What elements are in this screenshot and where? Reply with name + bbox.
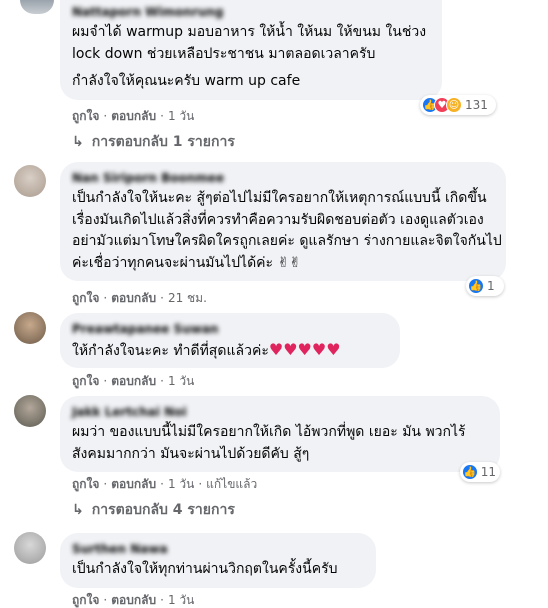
like-button[interactable]: ถูกใจ (72, 374, 99, 388)
like-button[interactable]: ถูกใจ (72, 477, 99, 491)
view-replies-link[interactable]: ↳ การตอบกลับ 1 รายการ (72, 133, 235, 151)
comment-actions: ถูกใจ · ตอบกลับ · 21 ชม. (72, 291, 207, 305)
comment-author[interactable]: Preawtapanee Suwan (72, 321, 388, 337)
like-button[interactable]: ถูกใจ (72, 109, 99, 123)
comment-author[interactable]: Nan Siriporn Boonmee (72, 170, 494, 186)
comment-actions: ถูกใจ · ตอบกลับ · 1 วัน (72, 374, 195, 388)
comment-author[interactable]: Nattaporn Wimonrung (72, 4, 430, 20)
reply-button[interactable]: ตอบกลับ (111, 109, 156, 123)
timestamp[interactable]: 1 วัน (168, 109, 194, 123)
reply-button[interactable]: ตอบกลับ (111, 593, 156, 607)
comment-bubble: Jakk Lertchai Noi ผมว่า ของแบบนี้ไม่มีใค… (60, 396, 500, 472)
edited-label[interactable]: แก้ไขแล้ว (206, 477, 257, 491)
like-icon: 👍 (462, 464, 478, 480)
reaction-summary[interactable]: 👍 1 (466, 276, 504, 296)
comment-actions: ถูกใจ · ตอบกลับ · 1 วัน · แก้ไขแล้ว (72, 477, 258, 491)
comment-text: เป็นกำลังใจให้ทุกท่านผ่านวิกฤตในครั้งนี้… (72, 561, 338, 577)
reply-button[interactable]: ตอบกลับ (111, 291, 156, 305)
avatar[interactable] (14, 532, 46, 564)
reaction-count: 1 (487, 279, 495, 293)
timestamp[interactable]: 1 วัน (168, 593, 194, 607)
reaction-summary[interactable]: 👍 11 (460, 462, 500, 482)
comment-bubble: Nan Siriporn Boonmee เป็นกำลังใจให้นะคะ … (60, 162, 506, 281)
comment-text: ผมจำได้ warmup มอบอาหาร ให้น้ำ ให้นม ให้… (72, 24, 427, 62)
reply-arrow-icon: ↳ (72, 502, 84, 518)
comment-bubble: Nattaporn Wimonrung ผมจำได้ warmup มอบอา… (60, 0, 442, 100)
view-replies-link[interactable]: ↳ การตอบกลับ 4 รายการ (72, 501, 235, 519)
reaction-count: 11 (480, 465, 496, 479)
reply-arrow-icon: ↳ (72, 134, 84, 150)
comment-author[interactable]: Jakk Lertchai Noi (72, 404, 488, 420)
reply-button[interactable]: ตอบกลับ (111, 477, 156, 491)
avatar[interactable] (14, 395, 46, 427)
reply-button[interactable]: ตอบกลับ (111, 374, 156, 388)
comment-text: ให้กำลังใจนะคะ ทำดีที่สุดแล้วค่ะ♥♥♥♥♥ (72, 340, 341, 359)
avatar[interactable] (20, 0, 54, 14)
reaction-summary[interactable]: 👍 ♥ ☺ 131 (420, 95, 496, 115)
timestamp[interactable]: 21 ชม. (168, 291, 207, 305)
like-button[interactable]: ถูกใจ (72, 593, 99, 607)
like-icon: 👍 (468, 278, 484, 294)
avatar[interactable] (14, 312, 46, 344)
comment-text: เป็นกำลังใจให้นะคะ สู้ๆต่อไปไม่มีใครอยาก… (72, 190, 502, 271)
comment-text-second: กำลังใจให้คุณนะครับ warm up cafe (72, 73, 301, 89)
comment-bubble: Preawtapanee Suwan ให้กำลังใจนะคะ ทำดีที… (60, 313, 400, 368)
avatar[interactable] (14, 165, 46, 197)
comment-actions: ถูกใจ · ตอบกลับ · 1 วัน (72, 593, 195, 607)
care-icon: ☺ (446, 97, 462, 113)
comment-text: ผมว่า ของแบบนี้ไม่มีใครอยากให้เกิด ไอ้พว… (72, 424, 466, 462)
reaction-count: 131 (465, 98, 488, 112)
like-button[interactable]: ถูกใจ (72, 291, 99, 305)
comment-author[interactable]: Surthen Nawa (72, 541, 364, 557)
timestamp[interactable]: 1 วัน (168, 374, 194, 388)
timestamp[interactable]: 1 วัน (168, 477, 194, 491)
comment-actions: ถูกใจ · ตอบกลับ · 1 วัน (72, 109, 195, 123)
comment-bubble: Surthen Nawa เป็นกำลังใจให้ทุกท่านผ่านวิ… (60, 533, 376, 588)
